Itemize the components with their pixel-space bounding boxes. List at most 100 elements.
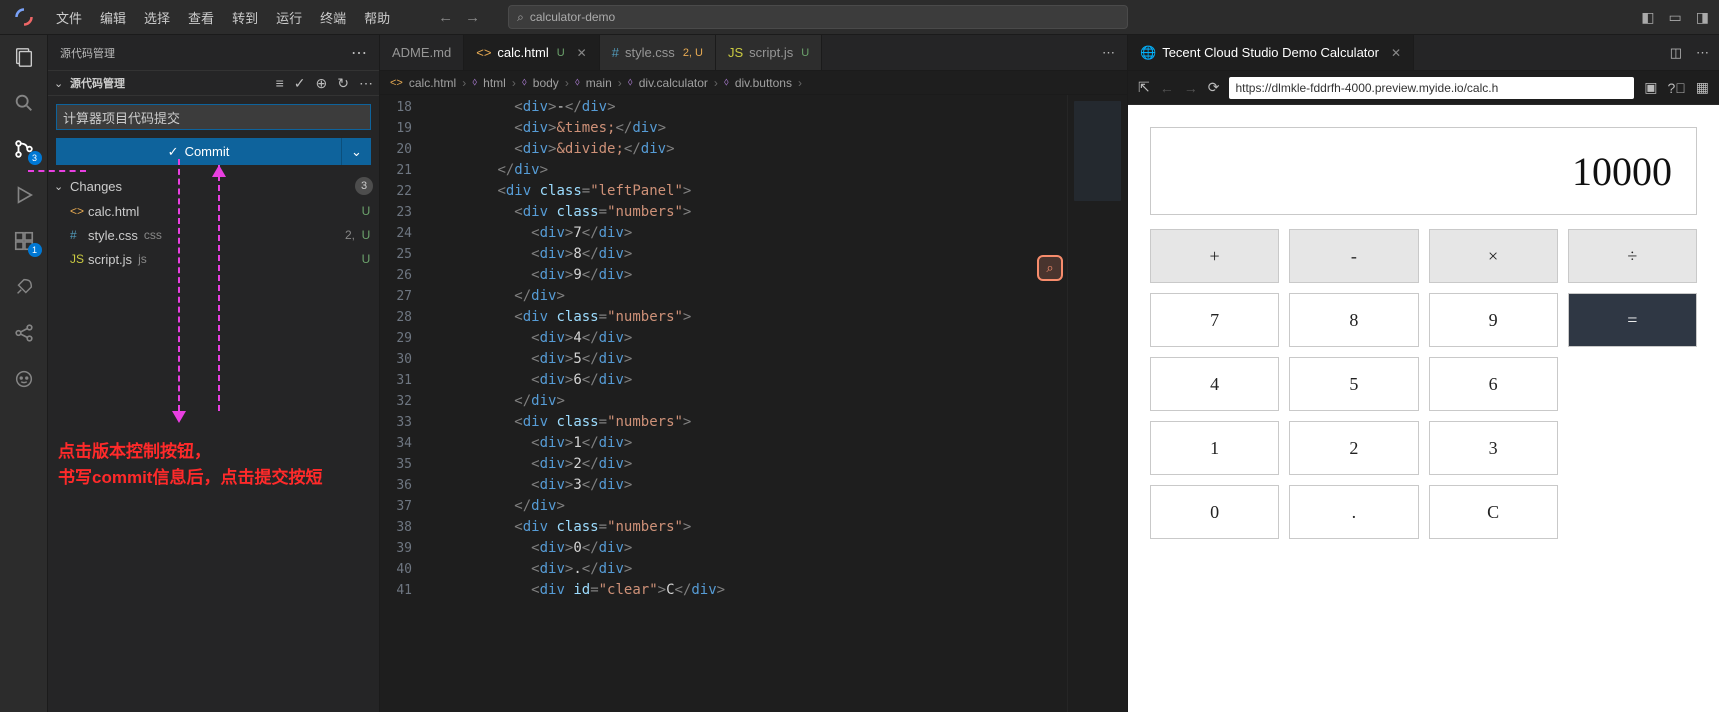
menu-运行[interactable]: 运行 <box>268 4 310 31</box>
nav-forward-icon[interactable]: → <box>465 9 480 26</box>
menu-文件[interactable]: 文件 <box>48 4 90 31</box>
extensions-icon[interactable]: 1 <box>10 227 38 255</box>
open-external-icon[interactable]: ⇱ <box>1138 79 1150 96</box>
line-gutter: 1819202122232425262728293031323334353637… <box>380 95 430 712</box>
sidebar-more-icon[interactable]: ⋯ <box>351 43 367 63</box>
source-control-sidebar: 源代码管理 ⋯ ⌄ 源代码管理 ≡ ✓ ⊕ ↻ ⋯ ✓ <box>48 35 380 712</box>
code-editor[interactable]: <div>-</div> <div>&times;</div> <div>&di… <box>430 95 1067 712</box>
calc-op-÷[interactable]: ÷ <box>1568 229 1697 283</box>
tab-calc.html[interactable]: <>calc.htmlU✕ <box>464 35 600 70</box>
rocket-icon[interactable] <box>10 273 38 301</box>
activity-bar: 3 1 <box>0 35 48 712</box>
command-center-search[interactable]: ⌕ calculator-demo <box>508 5 1128 29</box>
calc-equals[interactable]: = <box>1568 293 1697 347</box>
app-logo <box>0 7 48 27</box>
layout-sidebar-left-icon[interactable]: ◧ <box>1641 9 1654 26</box>
calc-btn-0[interactable]: 0 <box>1150 485 1279 539</box>
sync-icon[interactable]: ⊕ <box>316 75 328 92</box>
calc-btn-.[interactable]: . <box>1289 485 1418 539</box>
menu-查看[interactable]: 查看 <box>180 4 222 31</box>
editor-tabs: ADME.md <>calc.htmlU✕#style.css2, UJSscr… <box>380 35 1127 71</box>
tab-script.js[interactable]: JSscript.jsU <box>716 35 822 70</box>
preview-tab[interactable]: 🌐 Tecent Cloud Studio Demo Calculator ✕ <box>1128 35 1414 70</box>
share-icon[interactable] <box>10 319 38 347</box>
breadcrumb-icon: ⬨ <box>724 76 729 89</box>
menu-选择[interactable]: 选择 <box>136 4 178 31</box>
nav-back-icon[interactable]: ← <box>438 9 453 26</box>
more-icon[interactable]: ⋯ <box>1696 45 1709 61</box>
more-actions-icon[interactable]: ⋯ <box>359 75 373 92</box>
calc-btn-3[interactable]: 3 <box>1429 421 1558 475</box>
changed-file-item[interactable]: #style.csscss2,U <box>48 223 379 247</box>
changes-section-header[interactable]: ⌄ Changes 3 <box>48 173 379 199</box>
calc-btn-4[interactable]: 4 <box>1150 357 1279 411</box>
calc-op--[interactable]: - <box>1289 229 1418 283</box>
search-icon: ⌕ <box>517 10 524 25</box>
file-icon: JS <box>70 252 88 266</box>
explorer-icon[interactable] <box>10 43 38 71</box>
scm-section-header[interactable]: ⌄ 源代码管理 ≡ ✓ ⊕ ↻ ⋯ <box>48 70 379 96</box>
menu-终端[interactable]: 终端 <box>312 4 354 31</box>
breadcrumb-item[interactable]: div.buttons <box>735 76 792 90</box>
commit-message-input[interactable] <box>56 104 371 130</box>
preview-toolbar: ⇱ ← → ⟳ ▣ ?⃝ ▦ <box>1128 71 1719 105</box>
layout-sidebar-right-icon[interactable]: ◨ <box>1696 9 1709 26</box>
breadcrumb[interactable]: <>calc.html›⬨html›⬨body›⬨main›⬨div.calcu… <box>380 71 1127 95</box>
breadcrumb-item[interactable]: div.calculator <box>639 76 708 90</box>
calc-display: 10000 <box>1150 127 1697 215</box>
file-icon: <> <box>476 45 491 60</box>
browser-forward-icon[interactable]: → <box>1184 80 1198 96</box>
calc-btn-5[interactable]: 5 <box>1289 357 1418 411</box>
calc-op-+[interactable]: + <box>1150 229 1279 283</box>
minimap[interactable] <box>1067 95 1127 712</box>
calc-op-×[interactable]: × <box>1429 229 1558 283</box>
titlebar: 文件编辑选择查看转到运行终端帮助 ← → ⌕ calculator-demo ◧… <box>0 0 1719 35</box>
browser-back-icon[interactable]: ← <box>1160 80 1174 96</box>
calc-btn-1[interactable]: 1 <box>1150 421 1279 475</box>
calc-btn-C[interactable]: C <box>1429 485 1558 539</box>
close-icon[interactable]: ✕ <box>1391 46 1401 60</box>
breadcrumb-item[interactable]: main <box>586 76 612 90</box>
file-icon: # <box>612 45 619 60</box>
close-icon[interactable]: ✕ <box>577 46 587 60</box>
source-control-icon[interactable]: 3 <box>10 135 38 163</box>
tab-overflow-icon[interactable]: ⋯ <box>1090 35 1127 70</box>
breadcrumb-icon: ⬨ <box>575 76 580 89</box>
breadcrumb-icon: <> <box>390 77 403 89</box>
calc-btn-9[interactable]: 9 <box>1429 293 1558 347</box>
menu-转到[interactable]: 转到 <box>224 4 266 31</box>
commit-check-icon[interactable]: ✓ <box>294 75 306 92</box>
tab-readme[interactable]: ADME.md <box>380 35 464 70</box>
preview-url-input[interactable] <box>1229 77 1634 99</box>
breadcrumb-item[interactable]: html <box>483 76 506 90</box>
tab-style.css[interactable]: #style.css2, U <box>600 35 716 70</box>
qrcode-icon[interactable]: ▦ <box>1696 79 1709 96</box>
calc-btn-7[interactable]: 7 <box>1150 293 1279 347</box>
calc-btn-8[interactable]: 8 <box>1289 293 1418 347</box>
check-icon: ✓ <box>168 144 179 160</box>
breadcrumb-item[interactable]: body <box>533 76 559 90</box>
commit-button[interactable]: ✓ Commit <box>56 138 341 165</box>
search-placeholder: calculator-demo <box>530 10 615 24</box>
refresh-icon[interactable]: ↻ <box>337 75 349 92</box>
split-editor-icon[interactable]: ◫ <box>1670 45 1682 61</box>
layout-panel-icon[interactable]: ▭ <box>1669 9 1682 26</box>
search-activity-icon[interactable] <box>10 89 38 117</box>
preview-viewport: 10000 +-×÷ 789= 456 123 0.C <box>1128 105 1719 712</box>
run-debug-icon[interactable] <box>10 181 38 209</box>
copilot-icon[interactable] <box>10 365 38 393</box>
menu-帮助[interactable]: 帮助 <box>356 4 398 31</box>
commit-dropdown-button[interactable]: ⌄ <box>341 138 371 165</box>
devtools-icon[interactable]: ▣ <box>1644 79 1657 96</box>
ext-badge: 1 <box>28 243 42 257</box>
file-icon: # <box>70 228 88 242</box>
changed-file-item[interactable]: JSscript.jsjsU <box>48 247 379 271</box>
view-as-tree-icon[interactable]: ≡ <box>276 75 284 92</box>
browser-reload-icon[interactable]: ⟳ <box>1208 79 1220 96</box>
calc-btn-2[interactable]: 2 <box>1289 421 1418 475</box>
breadcrumb-item[interactable]: calc.html <box>409 76 456 90</box>
help-icon[interactable]: ?⃝ <box>1667 80 1685 96</box>
calc-btn-6[interactable]: 6 <box>1429 357 1558 411</box>
changed-file-item[interactable]: <>calc.htmlU <box>48 199 379 223</box>
menu-编辑[interactable]: 编辑 <box>92 4 134 31</box>
